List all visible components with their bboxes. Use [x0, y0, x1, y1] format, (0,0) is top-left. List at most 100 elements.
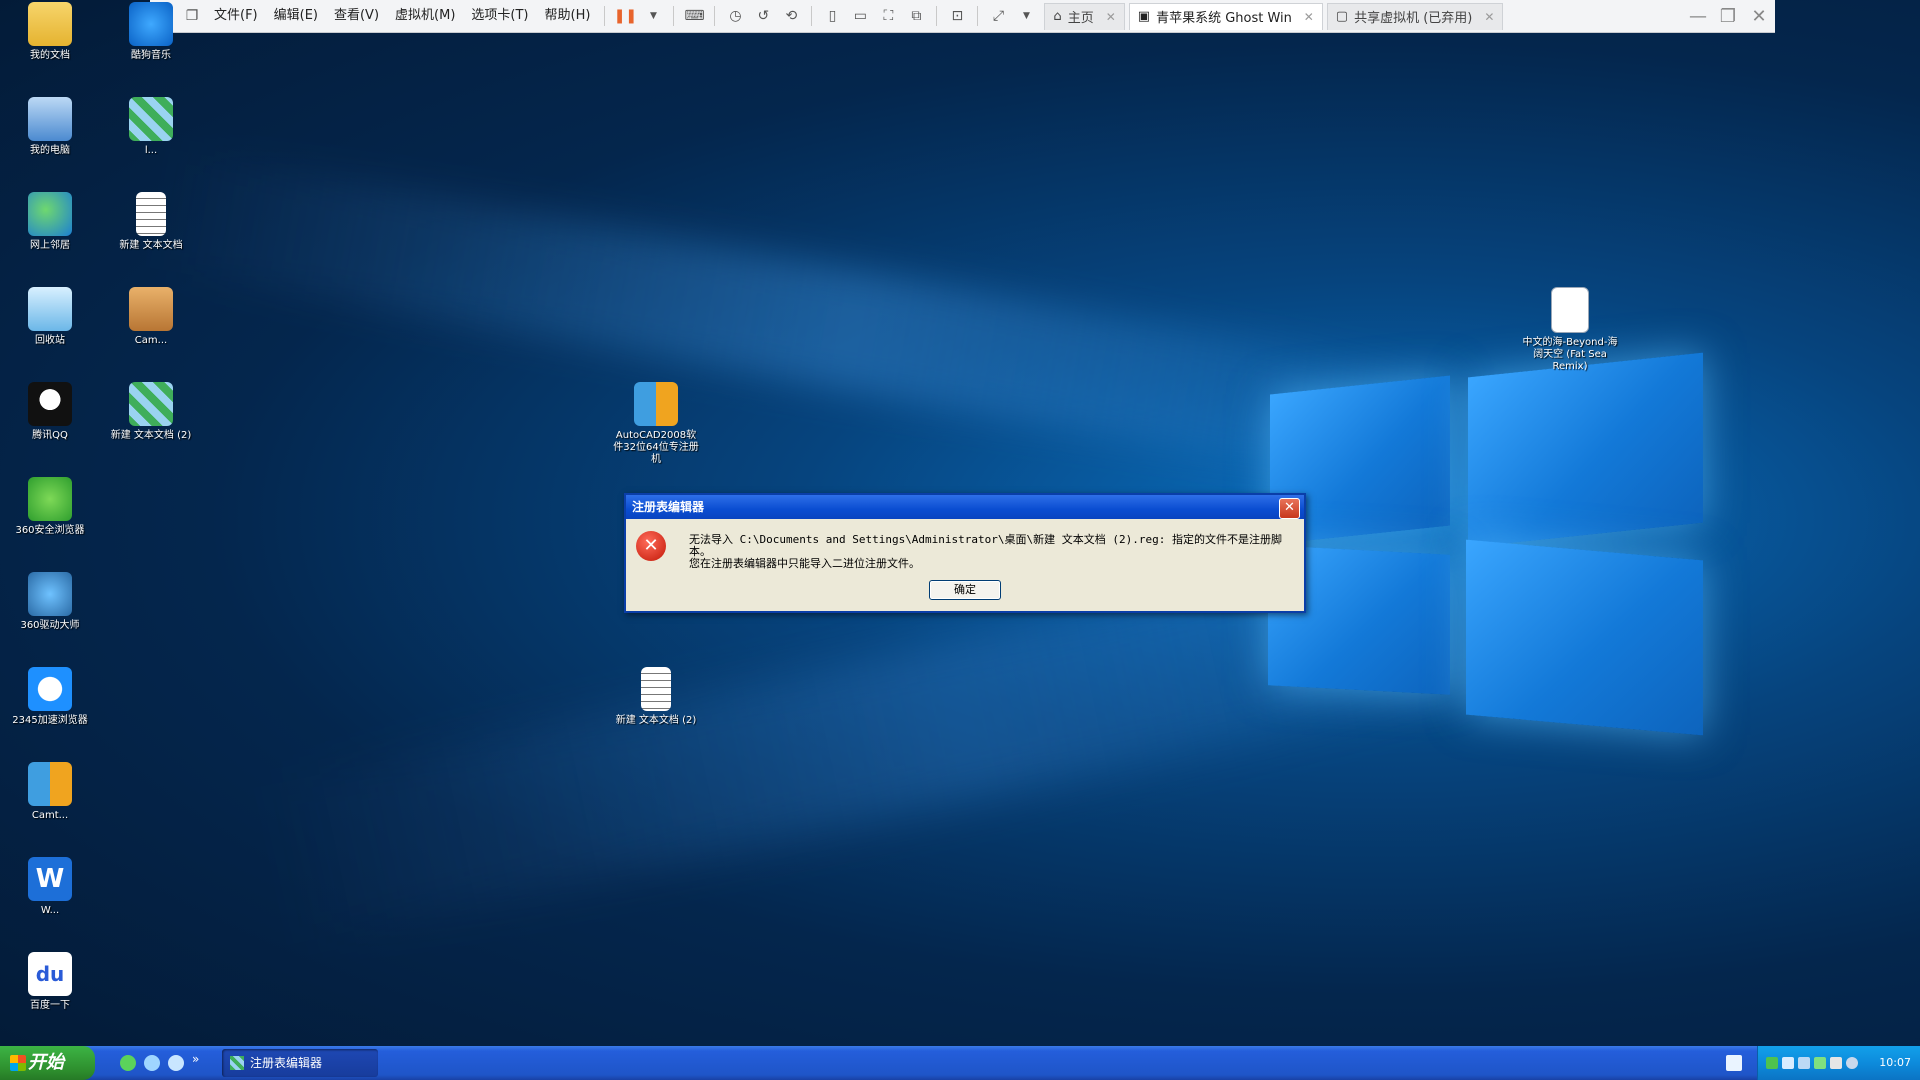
icon-label: Camt...	[31, 810, 69, 821]
icon-label: 百度一下	[30, 1000, 70, 1011]
archive-icon	[28, 762, 72, 806]
tab-label: 青苹果系统 Ghost WinXP ...	[1156, 11, 1292, 26]
quicklaunch-ie-icon[interactable]	[168, 1055, 184, 1071]
folder-icon	[28, 2, 72, 46]
icon-label: 新建 文本文档	[119, 240, 183, 251]
desktop-icon-kugou[interactable]: 酷狗音乐	[106, 2, 196, 62]
close-tab-icon[interactable]: ✕	[1304, 10, 1314, 24]
gear-icon	[28, 572, 72, 616]
notification-icon[interactable]	[1726, 1055, 1742, 1071]
tab-winxp-vm[interactable]: ▣ 青苹果系统 Ghost WinXP ... ✕	[1128, 2, 1323, 30]
system-tray: 10:07	[1757, 1046, 1920, 1080]
dialog-title: 注册表编辑器	[626, 495, 1304, 519]
icon-label: l...	[144, 145, 158, 156]
dropdown-arrow-icon[interactable]: ▼	[1016, 6, 1036, 26]
recycle-bin-icon	[28, 287, 72, 331]
menu-vm[interactable]: 虚拟机(M)	[387, 0, 463, 32]
icon-label: W...	[40, 905, 60, 916]
desktop-icon-text-doc-2[interactable]: 新建 文本文档 (2)	[611, 667, 701, 727]
pause-icon[interactable]: ❚❚	[614, 6, 637, 26]
desktop-icon-text-doc[interactable]: 新建 文本文档	[106, 192, 196, 252]
desktop-icon-wps[interactable]: W W...	[5, 857, 95, 917]
display-icon[interactable]	[1830, 1057, 1842, 1069]
desktop-icon-reg-file[interactable]: l...	[106, 97, 196, 157]
taskbar: 开始 » 注册表编辑器 10:07	[0, 1046, 1920, 1080]
menu-view[interactable]: 查看(V)	[326, 0, 387, 32]
desktop-icon-camt[interactable]: Camt...	[5, 762, 95, 822]
speaker-icon[interactable]	[1846, 1057, 1858, 1069]
close-icon[interactable]: ✕	[1745, 0, 1773, 32]
desktop-icon-text-doc-2-reg[interactable]: 新建 文本文档 (2)	[106, 382, 196, 442]
installer-box-icon	[129, 287, 173, 331]
start-label: 开始	[28, 1052, 64, 1073]
text-file-icon	[136, 192, 166, 236]
vm-icon: ▣	[1137, 9, 1151, 24]
thumbnail-bar-icon[interactable]: ▭	[850, 6, 870, 26]
snapshot-manager-icon[interactable]: ⟲	[781, 6, 801, 26]
close-icon[interactable]: ✕	[1279, 498, 1300, 519]
ok-button[interactable]: 确定	[929, 580, 1001, 600]
tab-home[interactable]: ⌂ 主页 ✕	[1044, 2, 1125, 30]
start-button[interactable]: 开始	[0, 1046, 95, 1080]
dropdown-arrow-icon[interactable]: ▼	[643, 6, 663, 26]
icon-label: 网上邻居	[30, 240, 70, 251]
browser-icon	[28, 477, 72, 521]
icon-label: 我的文档	[30, 50, 70, 61]
wma-music-file-icon	[1551, 287, 1589, 333]
quicklaunch-360-icon[interactable]	[120, 1055, 136, 1071]
snapshot-icon[interactable]: ◷	[725, 6, 745, 26]
revert-snapshot-icon[interactable]: ↺	[753, 6, 773, 26]
unity-icon[interactable]: ⧉	[906, 6, 926, 26]
desktop-icon-wma-song[interactable]: 中文的海-Beyond-海阔天空 (Fat Sea Remix)	[1520, 287, 1620, 373]
quicklaunch-browser-icon[interactable]	[144, 1055, 160, 1071]
menu-edit[interactable]: 编辑(E)	[266, 0, 326, 32]
desktop-icon-my-computer[interactable]: 我的电脑	[5, 97, 95, 157]
quicklaunch-expand-icon[interactable]: »	[192, 1052, 199, 1066]
tab-shared-vm[interactable]: ▢ 共享虚拟机 (已弃用) ✕	[1326, 2, 1504, 30]
windows-flag-icon	[10, 1055, 26, 1071]
browser-icon	[28, 667, 72, 711]
desktop-icon-my-documents[interactable]: 我的文档	[5, 2, 95, 62]
menu-file[interactable]: 文件(F)	[206, 0, 266, 32]
text-file-icon	[641, 667, 671, 711]
minimize-icon[interactable]: —	[1684, 0, 1712, 32]
close-tab-icon[interactable]: ✕	[1106, 10, 1116, 24]
desktop-icon-360-driver[interactable]: 360驱动大师	[5, 572, 95, 632]
sidebar-toggle-icon[interactable]: ▯	[822, 6, 842, 26]
taskbar-button-regedit[interactable]: 注册表编辑器	[222, 1049, 378, 1077]
volume-icon[interactable]	[1798, 1057, 1810, 1069]
desktop-icon-cam-installer[interactable]: Cam...	[106, 287, 196, 347]
desktop-icon-network[interactable]: 网上邻居	[5, 192, 95, 252]
desktop-icon-2345-browser[interactable]: 2345加速浏览器	[5, 667, 95, 727]
icon-label: Cam...	[134, 335, 168, 346]
fullscreen-icon[interactable]: ⛶	[878, 6, 898, 26]
dialog-message: 无法导入 C:\Documents and Settings\Administr…	[689, 534, 1289, 570]
close-tab-icon[interactable]: ✕	[1484, 10, 1494, 24]
restore-icon[interactable]: ❐	[1714, 0, 1742, 32]
stretch-icon[interactable]: ⤢	[988, 6, 1008, 26]
menu-tabs[interactable]: 选项卡(T)	[463, 0, 536, 32]
home-icon: ⌂	[1053, 9, 1062, 24]
desktop-icon-360-browser[interactable]: 360安全浏览器	[5, 477, 95, 537]
icon-label: AutoCAD2008软件32位64位专注册机	[613, 430, 699, 465]
console-icon[interactable]: ⊡	[947, 6, 967, 26]
computer-icon	[28, 97, 72, 141]
separator	[673, 6, 675, 26]
separator	[811, 6, 813, 26]
desktop-icon-recycle-bin[interactable]: 回收站	[5, 287, 95, 347]
send-keys-icon[interactable]: ⌨	[684, 6, 704, 26]
desktop-icon-baidu[interactable]: du 百度一下	[5, 952, 95, 1012]
desktop-icon-qq[interactable]: 腾讯QQ	[5, 382, 95, 442]
update-icon[interactable]	[1814, 1057, 1826, 1069]
menu-help[interactable]: 帮助(H)	[537, 0, 599, 32]
separator	[714, 6, 716, 26]
desktop-icon-autocad-keygen[interactable]: AutoCAD2008软件32位64位专注册机	[611, 382, 701, 466]
registry-file-icon	[129, 97, 173, 141]
vm-toolbar: ⊣ ❐ 文件(F) 编辑(E) 查看(V) 虚拟机(M) 选项卡(T) 帮助(H…	[150, 0, 1775, 33]
desktop: ⊣ ❐ 文件(F) 编辑(E) 查看(V) 虚拟机(M) 选项卡(T) 帮助(H…	[0, 0, 1920, 1080]
network-icon[interactable]	[1782, 1057, 1794, 1069]
clock: 10:07	[1879, 1056, 1911, 1069]
security-shield-icon[interactable]	[1766, 1057, 1778, 1069]
baidu-paw-icon: du	[28, 952, 72, 996]
icon-label: 中文的海-Beyond-海阔天空 (Fat Sea Remix)	[1522, 337, 1618, 372]
